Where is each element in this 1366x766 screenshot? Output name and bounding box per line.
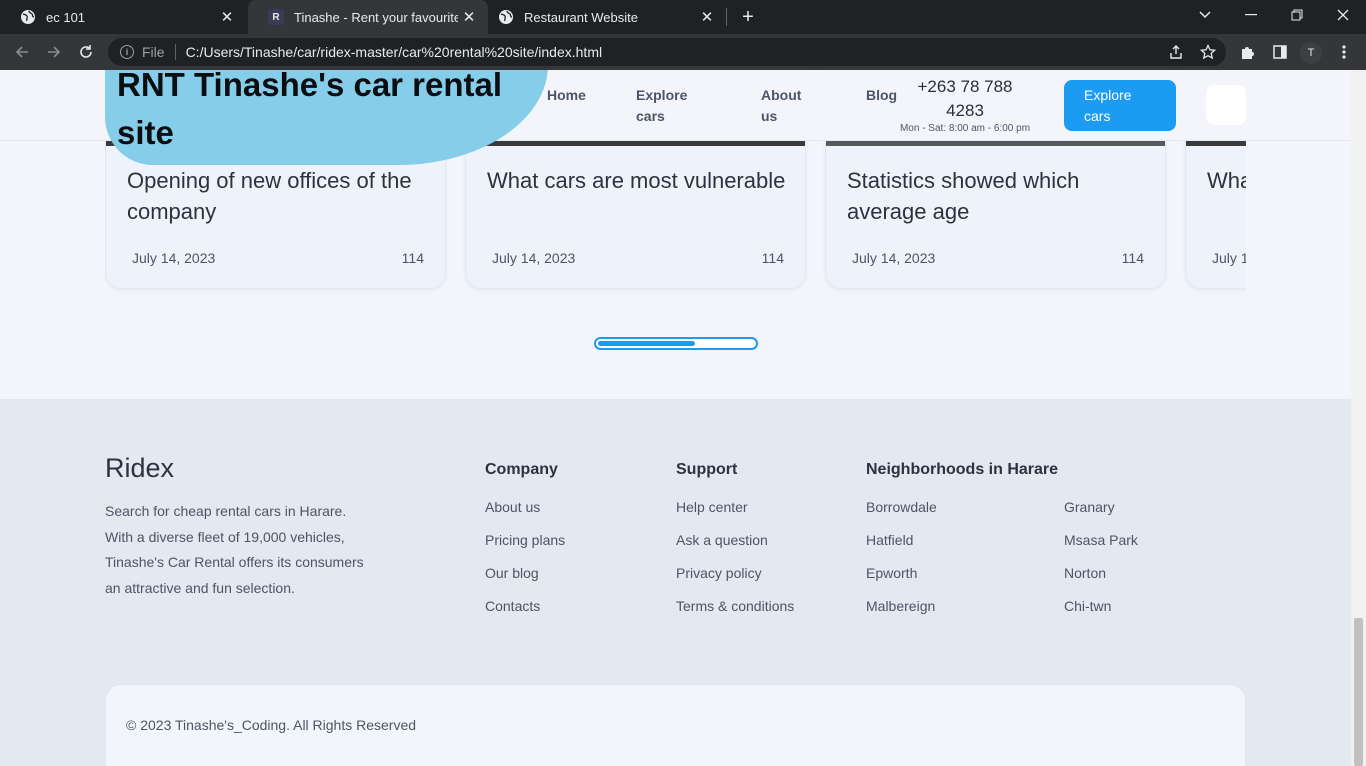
kebab-menu-icon[interactable] <box>1331 39 1357 65</box>
footer-link[interactable]: Pricing plans <box>485 532 565 548</box>
blog-card-title[interactable]: What cars are most vulnerable <box>487 165 787 196</box>
blog-card-date: July 14, 2023 <box>132 250 216 266</box>
opening-hours: Mon - Sat: 8:00 am - 6:00 pm <box>899 123 1031 134</box>
tab-separator <box>726 8 727 26</box>
tab-restaurant[interactable]: Restaurant Website ✕ <box>478 0 726 34</box>
share-icon[interactable] <box>1162 38 1190 66</box>
footer-link[interactable]: Chi-twn <box>1064 598 1111 614</box>
info-icon[interactable]: i <box>120 45 134 59</box>
page-scrollbar[interactable] <box>1351 70 1366 766</box>
blog-card-title[interactable]: What to do if a car <box>1207 165 1246 196</box>
nav-explore-cars[interactable]: Explore cars <box>636 85 716 127</box>
url-scheme-label: File <box>142 44 165 60</box>
browser-toolbar: i File C:/Users/Tinashe/car/ridex-master… <box>0 34 1366 70</box>
copyright-text: © 2023 Tinashe's_Coding. All Rights Rese… <box>126 717 417 733</box>
page-scrollbar-thumb[interactable] <box>1354 618 1363 766</box>
minimize-icon[interactable] <box>1228 0 1274 30</box>
globe-icon <box>20 9 36 25</box>
footer-heading-support: Support <box>676 461 738 478</box>
omnibox-divider <box>174 44 176 60</box>
browser-tabstrip: ec 101 ✕ R Tinashe - Rent your favourite… <box>0 0 1366 34</box>
footer-link[interactable]: Borrowdale <box>866 499 937 515</box>
tab-tinashe[interactable]: R Tinashe - Rent your favourite car ✕ <box>248 0 488 34</box>
forward-arrow-icon[interactable] <box>41 39 67 65</box>
tab-title: ec 101 <box>46 9 86 25</box>
nav-blog[interactable]: Blog <box>866 85 897 106</box>
footer-link[interactable]: Contacts <box>485 598 540 614</box>
footer-link[interactable]: Hatfield <box>866 532 913 548</box>
site-favicon: R <box>268 9 284 25</box>
close-tab-icon[interactable]: ✕ <box>696 6 718 28</box>
footer-link[interactable]: Help center <box>676 499 748 515</box>
footer-link[interactable]: Privacy policy <box>676 565 762 581</box>
footer-link[interactable]: Msasa Park <box>1064 532 1138 548</box>
tab-title: Restaurant Website <box>524 9 638 25</box>
page-viewport: Opening of new offices of the company Ju… <box>0 70 1351 766</box>
carousel-scrollbar[interactable] <box>594 337 758 350</box>
footer-description: Search for cheap rental cars in Harare. … <box>105 503 364 596</box>
footer-link[interactable]: Terms & conditions <box>676 598 794 614</box>
blog-card-image <box>1186 141 1246 146</box>
footer-heading-neighborhoods: Neighborhoods in Harare <box>866 461 1059 478</box>
url-text: C:/Users/Tinashe/car/ridex-master/car%20… <box>185 44 603 60</box>
explore-cars-button[interactable]: Explore cars <box>1064 80 1176 131</box>
blog-card-date: July 14, 2023 <box>492 250 576 266</box>
footer-heading-company: Company <box>485 461 558 478</box>
tab-title: Tinashe - Rent your favourite car <box>294 9 458 25</box>
close-window-icon[interactable] <box>1320 0 1366 30</box>
footer-brand[interactable]: Ridex <box>105 453 174 484</box>
globe-icon <box>498 9 514 25</box>
close-tab-icon[interactable]: ✕ <box>458 6 480 28</box>
profile-avatar[interactable]: T <box>1300 42 1322 64</box>
blog-card-count: 114 <box>1121 250 1144 266</box>
address-bar[interactable]: i File C:/Users/Tinashe/car/ridex-master… <box>108 38 1226 66</box>
footer-link[interactable]: Norton <box>1064 565 1106 581</box>
footer-link[interactable]: Our blog <box>485 565 539 581</box>
footer-link[interactable]: About us <box>485 499 540 515</box>
blog-card-date: July 14, 2023 <box>852 250 936 266</box>
nav-about-us[interactable]: About us <box>761 85 813 127</box>
bookmark-star-icon[interactable] <box>1194 38 1222 66</box>
footer-link[interactable]: Malbereign <box>866 598 935 614</box>
blog-card-title[interactable]: Opening of new offices of the company <box>127 165 427 227</box>
footer-link[interactable]: Granary <box>1064 499 1115 515</box>
copyright-box: © 2023 Tinashe's_Coding. All Rights Rese… <box>105 684 1246 766</box>
side-panel-icon[interactable] <box>1267 39 1293 65</box>
carousel-scrollbar-thumb[interactable] <box>598 341 695 346</box>
site-logo[interactable]: RNT Tinashe's car rental site <box>117 70 537 157</box>
site-header: RNT Tinashe's car rental site Home Explo… <box>0 70 1351 165</box>
tab-ec-101[interactable]: ec 101 ✕ <box>0 0 246 34</box>
blog-card-date: July 14, 2023 <box>1212 250 1246 266</box>
tab-search-chevron-icon[interactable] <box>1182 0 1228 30</box>
extensions-puzzle-icon[interactable] <box>1235 39 1261 65</box>
back-arrow-icon[interactable] <box>9 39 35 65</box>
close-tab-icon[interactable]: ✕ <box>216 6 238 28</box>
restore-icon[interactable] <box>1274 0 1320 30</box>
nav-home[interactable]: Home <box>547 85 586 106</box>
blog-card-image <box>826 141 1165 146</box>
footer-link[interactable]: Epworth <box>866 565 917 581</box>
site-footer: Ridex Search for cheap rental cars in Ha… <box>0 399 1351 766</box>
blog-card-count: 114 <box>761 250 784 266</box>
contact-phone[interactable]: +263 78 788 4283 <box>906 75 1024 123</box>
blog-card-title[interactable]: Statistics showed which average age <box>847 165 1147 227</box>
new-tab-button[interactable]: + <box>736 6 760 28</box>
footer-link[interactable]: Ask a question <box>676 532 768 548</box>
menu-toggle-button[interactable] <box>1206 85 1246 125</box>
reload-icon[interactable] <box>73 39 99 65</box>
blog-card-count: 114 <box>401 250 424 266</box>
